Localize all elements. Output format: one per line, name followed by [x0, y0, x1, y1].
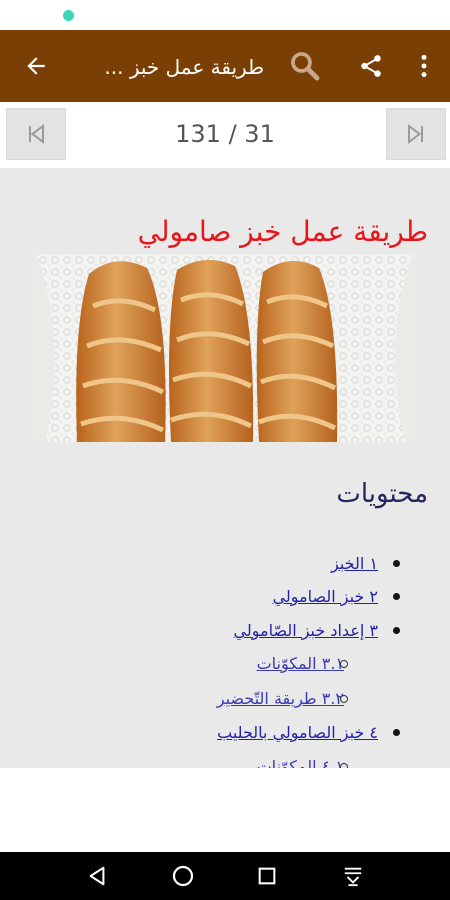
- search-icon: [291, 52, 320, 81]
- last-page-button[interactable]: [386, 108, 446, 160]
- back-button[interactable]: [14, 44, 58, 88]
- toc-item: ٤ خبز الصامولي بالحليب: [20, 718, 378, 748]
- toc-item: ٢ خبز الصامولي: [20, 582, 378, 612]
- share-icon: [361, 55, 381, 77]
- toc-subitem-link[interactable]: ٣.٢ طريقة التّحضير: [217, 689, 344, 708]
- pager: 131 / 31: [0, 102, 450, 168]
- toc-bullet-icon: [393, 593, 400, 600]
- nav-back-icon: [89, 866, 105, 886]
- nav-back-button[interactable]: [77, 860, 117, 892]
- navigation-bar: [0, 852, 450, 900]
- toc-bullet-icon: [393, 560, 400, 567]
- share-button[interactable]: [349, 44, 393, 88]
- toc-subitem: ٤.١ المكوّنات: [20, 752, 344, 768]
- article-title: طريقة عمل خبز صامولي: [137, 215, 428, 248]
- toc-item-link[interactable]: ٣ إعداد خبز الصّامولي: [234, 621, 378, 640]
- toc-subitem-link[interactable]: ٣.١ المكوّنات: [257, 654, 344, 673]
- page-indicator: 131 / 31: [175, 120, 275, 148]
- more-options-button[interactable]: [402, 44, 446, 88]
- app-bar: طريقة عمل خبز ...: [0, 30, 450, 102]
- toc-item-link[interactable]: ٤ خبز الصامولي بالحليب: [217, 723, 378, 742]
- skip-last-icon: [408, 123, 423, 145]
- arrow-back-icon: [27, 57, 45, 75]
- toc-heading: محتويات: [336, 479, 428, 509]
- toc-item-link[interactable]: ٢ خبز الصامولي: [273, 587, 378, 606]
- toc-item: ٣ إعداد خبز الصّامولي: [20, 616, 378, 646]
- more-vert-icon: [421, 54, 427, 78]
- nav-home-icon: [172, 865, 194, 887]
- toc-subitem: ٣.١ المكوّنات: [20, 649, 344, 679]
- app-title: طريقة عمل خبز ...: [104, 55, 264, 79]
- toc-subitem-link[interactable]: ٤.١ المكوّنات: [257, 757, 344, 768]
- nav-keyboard-hide-icon: [344, 867, 362, 887]
- first-page-button[interactable]: [6, 108, 66, 160]
- nav-keyboard-hide-button[interactable]: [333, 860, 373, 892]
- nav-recents-icon: [258, 867, 276, 885]
- blank-area: [0, 768, 450, 852]
- nav-home-button[interactable]: [163, 860, 203, 892]
- status-bar: [0, 0, 450, 30]
- article-content: طريقة عمل خبز صامولي محتويات ١ الخبز ٢ خ…: [0, 168, 450, 768]
- toc-bullet-icon: [393, 627, 400, 634]
- nav-recents-button[interactable]: [247, 860, 287, 892]
- search-button[interactable]: [283, 44, 327, 88]
- skip-first-icon: [29, 123, 44, 145]
- toc-item-link[interactable]: ١ الخبز: [331, 554, 378, 573]
- toc-subitem: ٣.٢ طريقة التّحضير: [20, 684, 344, 714]
- toc-item: ١ الخبز: [20, 549, 378, 579]
- notification-dot-icon: [63, 10, 74, 21]
- toc-bullet-icon: [393, 729, 400, 736]
- bread-loaves-image: [37, 254, 412, 442]
- screen: طريقة عمل خبز ... 131 / 31 طريقة عمل خبز…: [0, 0, 450, 900]
